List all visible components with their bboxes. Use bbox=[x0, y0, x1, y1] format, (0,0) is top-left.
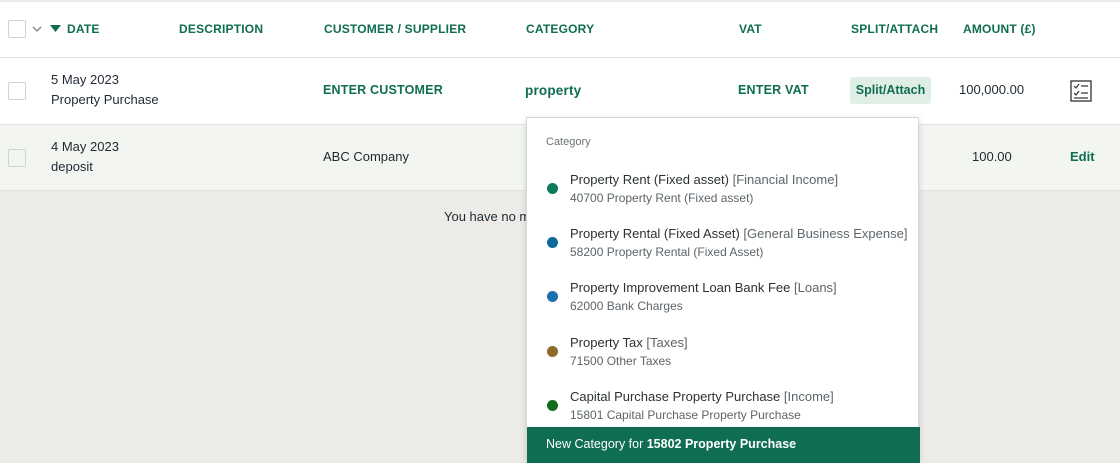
header-customer: CUSTOMER / SUPPLIER bbox=[324, 22, 467, 36]
option-code: 62000 Bank Charges bbox=[570, 299, 683, 313]
color-dot-icon bbox=[547, 291, 558, 302]
option-group: [Income] bbox=[783, 389, 834, 404]
option-group: [Financial Income] bbox=[732, 172, 839, 187]
category-option[interactable]: Property Rent (Fixed asset) [Financial I… bbox=[527, 164, 919, 218]
row-amount: 100.00 bbox=[972, 149, 1012, 164]
header-split-attach: SPLIT/ATTACH bbox=[851, 22, 939, 36]
option-group: [Loans] bbox=[794, 280, 837, 295]
row-checkbox[interactable] bbox=[8, 82, 26, 100]
row-checkbox[interactable] bbox=[8, 149, 26, 167]
option-name: Property Tax bbox=[570, 335, 643, 350]
row-amount: 100,000.00 bbox=[959, 82, 1025, 97]
row-description: Property Purchase bbox=[51, 92, 159, 107]
row-customer: ABC Company bbox=[323, 149, 409, 164]
header-vat: VAT bbox=[739, 22, 762, 36]
category-option[interactable]: Property Improvement Loan Bank Fee [Loan… bbox=[527, 272, 919, 326]
option-group: [General Business Expense] bbox=[743, 226, 908, 241]
color-dot-icon bbox=[547, 237, 558, 248]
category-dropdown: Category Property Rent (Fixed asset) [Fi… bbox=[526, 117, 920, 463]
enter-customer-link[interactable]: ENTER CUSTOMER bbox=[323, 83, 443, 97]
new-category-value: 15802 Property Purchase bbox=[646, 437, 797, 451]
category-input[interactable]: property bbox=[525, 83, 581, 98]
header-category: CATEGORY bbox=[526, 22, 595, 36]
option-name: Property Rental (Fixed Asset) bbox=[570, 226, 740, 241]
option-group: [Taxes] bbox=[646, 335, 688, 350]
select-all-checkbox[interactable] bbox=[8, 20, 26, 38]
header-date[interactable]: DATE bbox=[67, 22, 100, 36]
table-row[interactable]: 5 May 2023 Property Purchase ENTER CUSTO… bbox=[0, 58, 1120, 125]
checklist-icon[interactable] bbox=[1070, 80, 1092, 102]
color-dot-icon bbox=[547, 346, 558, 357]
header-description: DESCRIPTION bbox=[179, 22, 264, 36]
category-option[interactable]: Property Tax [Taxes] 71500 Other Taxes bbox=[527, 327, 919, 381]
option-code: 58200 Property Rental (Fixed Asset) bbox=[570, 245, 764, 259]
new-category-prefix: New Category for bbox=[546, 437, 647, 451]
empty-notice: You have no m bbox=[444, 209, 531, 224]
table-header: DATE DESCRIPTION CUSTOMER / SUPPLIER CAT… bbox=[0, 2, 1120, 58]
chevron-down-icon[interactable] bbox=[31, 22, 43, 36]
option-name: Property Rent (Fixed asset) bbox=[570, 172, 729, 187]
enter-vat-link[interactable]: ENTER VAT bbox=[738, 83, 809, 97]
dropdown-title: Category bbox=[546, 136, 591, 148]
option-code: 40700 Property Rent (Fixed asset) bbox=[570, 191, 754, 205]
row-description: deposit bbox=[51, 159, 93, 174]
option-code: 15801 Capital Purchase Property Purchase bbox=[570, 408, 801, 422]
new-category-button[interactable]: New Category for 15802 Property Purchase bbox=[527, 427, 920, 463]
row-date: 5 May 2023 bbox=[51, 72, 119, 87]
color-dot-icon bbox=[547, 183, 558, 194]
sort-desc-icon[interactable] bbox=[50, 25, 61, 33]
header-amount: AMOUNT (£) bbox=[963, 22, 1036, 36]
option-code: 71500 Other Taxes bbox=[570, 354, 672, 368]
option-name: Capital Purchase Property Purchase bbox=[570, 389, 781, 404]
color-dot-icon bbox=[547, 400, 558, 411]
option-name: Property Improvement Loan Bank Fee bbox=[570, 280, 791, 295]
category-option[interactable]: Property Rental (Fixed Asset) [General B… bbox=[527, 218, 919, 272]
split-attach-button[interactable]: Split/Attach bbox=[850, 77, 931, 104]
edit-link[interactable]: Edit bbox=[1070, 149, 1095, 164]
row-date: 4 May 2023 bbox=[51, 139, 119, 154]
